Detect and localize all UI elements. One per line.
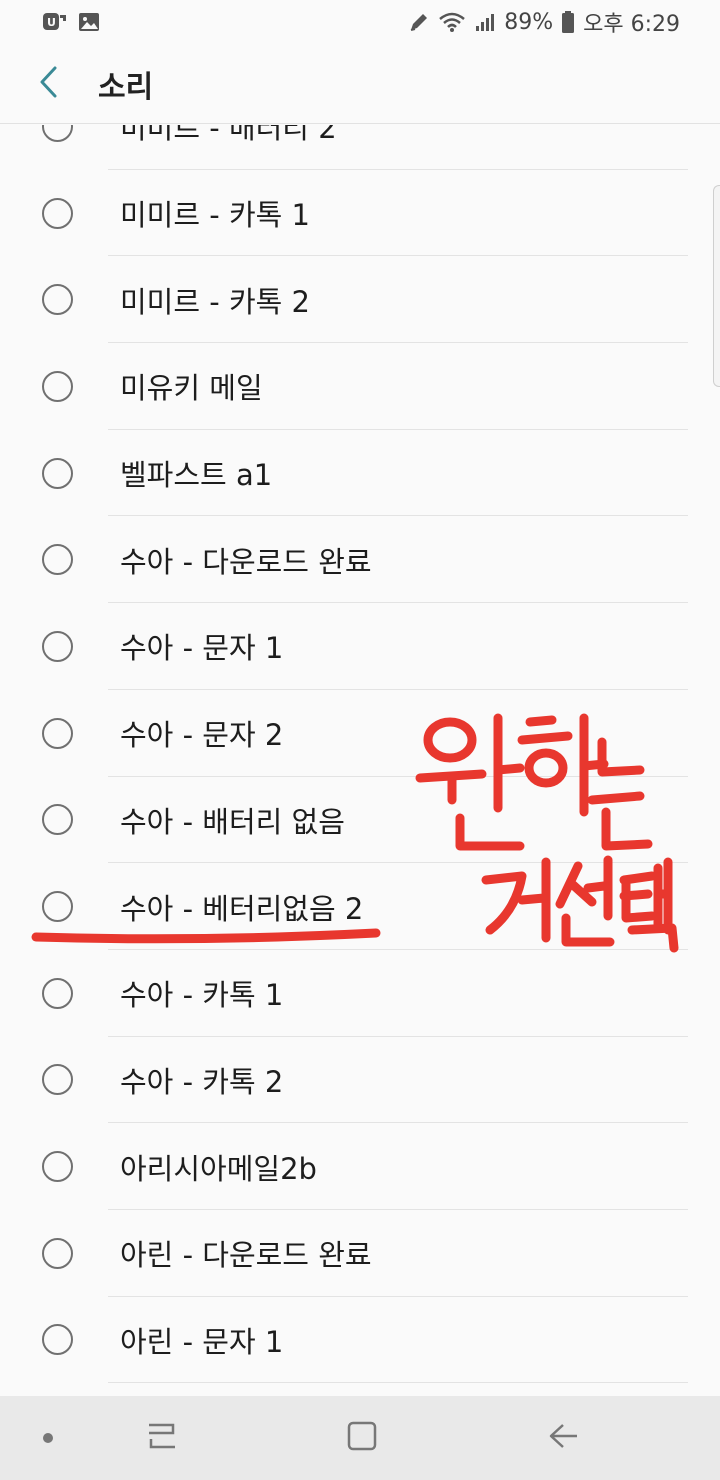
sound-list-item[interactable]: 벨파스트 a1 (0, 430, 720, 517)
nav-back-button[interactable] (532, 1396, 596, 1480)
sound-list-item[interactable]: 미유키 메일 (0, 343, 720, 430)
radio-button[interactable] (42, 544, 73, 576)
sound-list-item[interactable]: 수아 - 다운로드 완료 (0, 516, 720, 603)
sound-list-item[interactable]: 수아 - 카톡 2 (0, 1037, 720, 1124)
sound-label: 아린 - 문자 1 (120, 1324, 284, 1359)
radio-button[interactable] (42, 457, 73, 489)
sound-list-item[interactable]: 수아 - 카톡 1 (0, 950, 720, 1037)
page-title: 소리 (98, 69, 154, 105)
status-right-icons: 89% 오후 6:29 (408, 6, 680, 38)
back-button[interactable] (20, 56, 76, 112)
recent-apps-icon (145, 1421, 179, 1455)
battery-icon (561, 10, 575, 34)
dot-icon (42, 1429, 54, 1448)
radio-button[interactable] (42, 1064, 73, 1096)
radio-button[interactable] (42, 125, 73, 142)
sound-list-item[interactable]: 아리시아메일2b (0, 1123, 720, 1210)
sound-label: 수아 - 카톡 2 (120, 1064, 284, 1099)
sound-label: 아리시아메일2b (120, 1151, 317, 1186)
sound-label: 아린 - 다운로드 완료 (120, 1238, 372, 1273)
sound-list-item[interactable]: 수아 - 문자 1 (0, 603, 720, 690)
sound-list-item[interactable]: 미미르 - 배터리 2 (0, 125, 720, 170)
radio-button[interactable] (42, 977, 73, 1009)
radio-button[interactable] (42, 284, 73, 316)
radio-button[interactable] (42, 630, 73, 662)
sound-list-item[interactable]: 수아 - 문자 2 (0, 690, 720, 777)
sound-label: 벨파스트 a1 (120, 458, 273, 493)
sound-label: 미미르 - 카톡 1 (120, 198, 310, 233)
back-icon (547, 1421, 581, 1455)
sound-label: 수아 - 다운로드 완료 (120, 544, 372, 579)
sound-label: 수아 - 베터리없음 2 (120, 891, 364, 926)
recent-apps-button[interactable] (130, 1396, 194, 1480)
radio-button[interactable] (42, 717, 73, 749)
sound-label: 수아 - 문자 1 (120, 631, 284, 666)
sound-list-viewport[interactable]: 미미르 - 배터리 2 미미르 - 카톡 1 미미르 - 카톡 2 미유키 메일… (0, 125, 720, 1396)
radio-button[interactable] (42, 1237, 73, 1269)
sound-label: 미유키 메일 (120, 371, 263, 406)
radio-button[interactable] (42, 891, 73, 923)
sound-label: 수아 - 문자 2 (120, 718, 284, 753)
radio-button[interactable] (42, 1324, 73, 1356)
sound-list-item[interactable]: 아린 - 다운로드 완료 (0, 1210, 720, 1297)
sound-label: 미미르 - 배터리 2 (120, 125, 337, 146)
nav-dot-button[interactable] (28, 1396, 68, 1480)
sound-list-item[interactable]: 미미르 - 카톡 1 (0, 170, 720, 257)
sound-label: 수아 - 카톡 1 (120, 978, 284, 1013)
home-button[interactable] (330, 1396, 394, 1480)
status-left-icons: U (42, 11, 100, 33)
sound-label: 미미르 - 카톡 2 (120, 284, 310, 319)
sound-list-item[interactable]: 아린 - 문자 1 (0, 1297, 720, 1384)
wifi-icon (438, 11, 466, 33)
status-time: 오후 6:29 (583, 12, 680, 37)
pen-icon (408, 11, 430, 33)
svg-text:U: U (47, 16, 56, 29)
gallery-icon (78, 12, 100, 32)
radio-button[interactable] (42, 1151, 73, 1183)
radio-button[interactable] (42, 197, 73, 229)
sound-list: 미미르 - 배터리 2 미미르 - 카톡 1 미미르 - 카톡 2 미유키 메일… (0, 125, 720, 1384)
battery-percent: 89% (504, 9, 554, 35)
navigation-bar (0, 1396, 720, 1480)
sound-list-item[interactable]: 수아 - 배터리 없음 (0, 777, 720, 864)
scrollbar-thumb[interactable] (713, 185, 720, 387)
radio-button[interactable] (42, 804, 73, 836)
sound-label: 수아 - 배터리 없음 (120, 804, 345, 839)
app-header: 소리 (0, 44, 720, 124)
status-bar: U 89% 오후 6:29 (0, 0, 720, 44)
home-icon (346, 1420, 378, 1456)
back-arrow-icon (37, 65, 59, 103)
sound-list-item[interactable]: 수아 - 베터리없음 2 (0, 863, 720, 950)
sound-list-item[interactable]: 미미르 - 카톡 2 (0, 256, 720, 343)
radio-button[interactable] (42, 370, 73, 402)
signal-icon (474, 11, 496, 33)
u-plus-app-icon: U (42, 11, 68, 33)
